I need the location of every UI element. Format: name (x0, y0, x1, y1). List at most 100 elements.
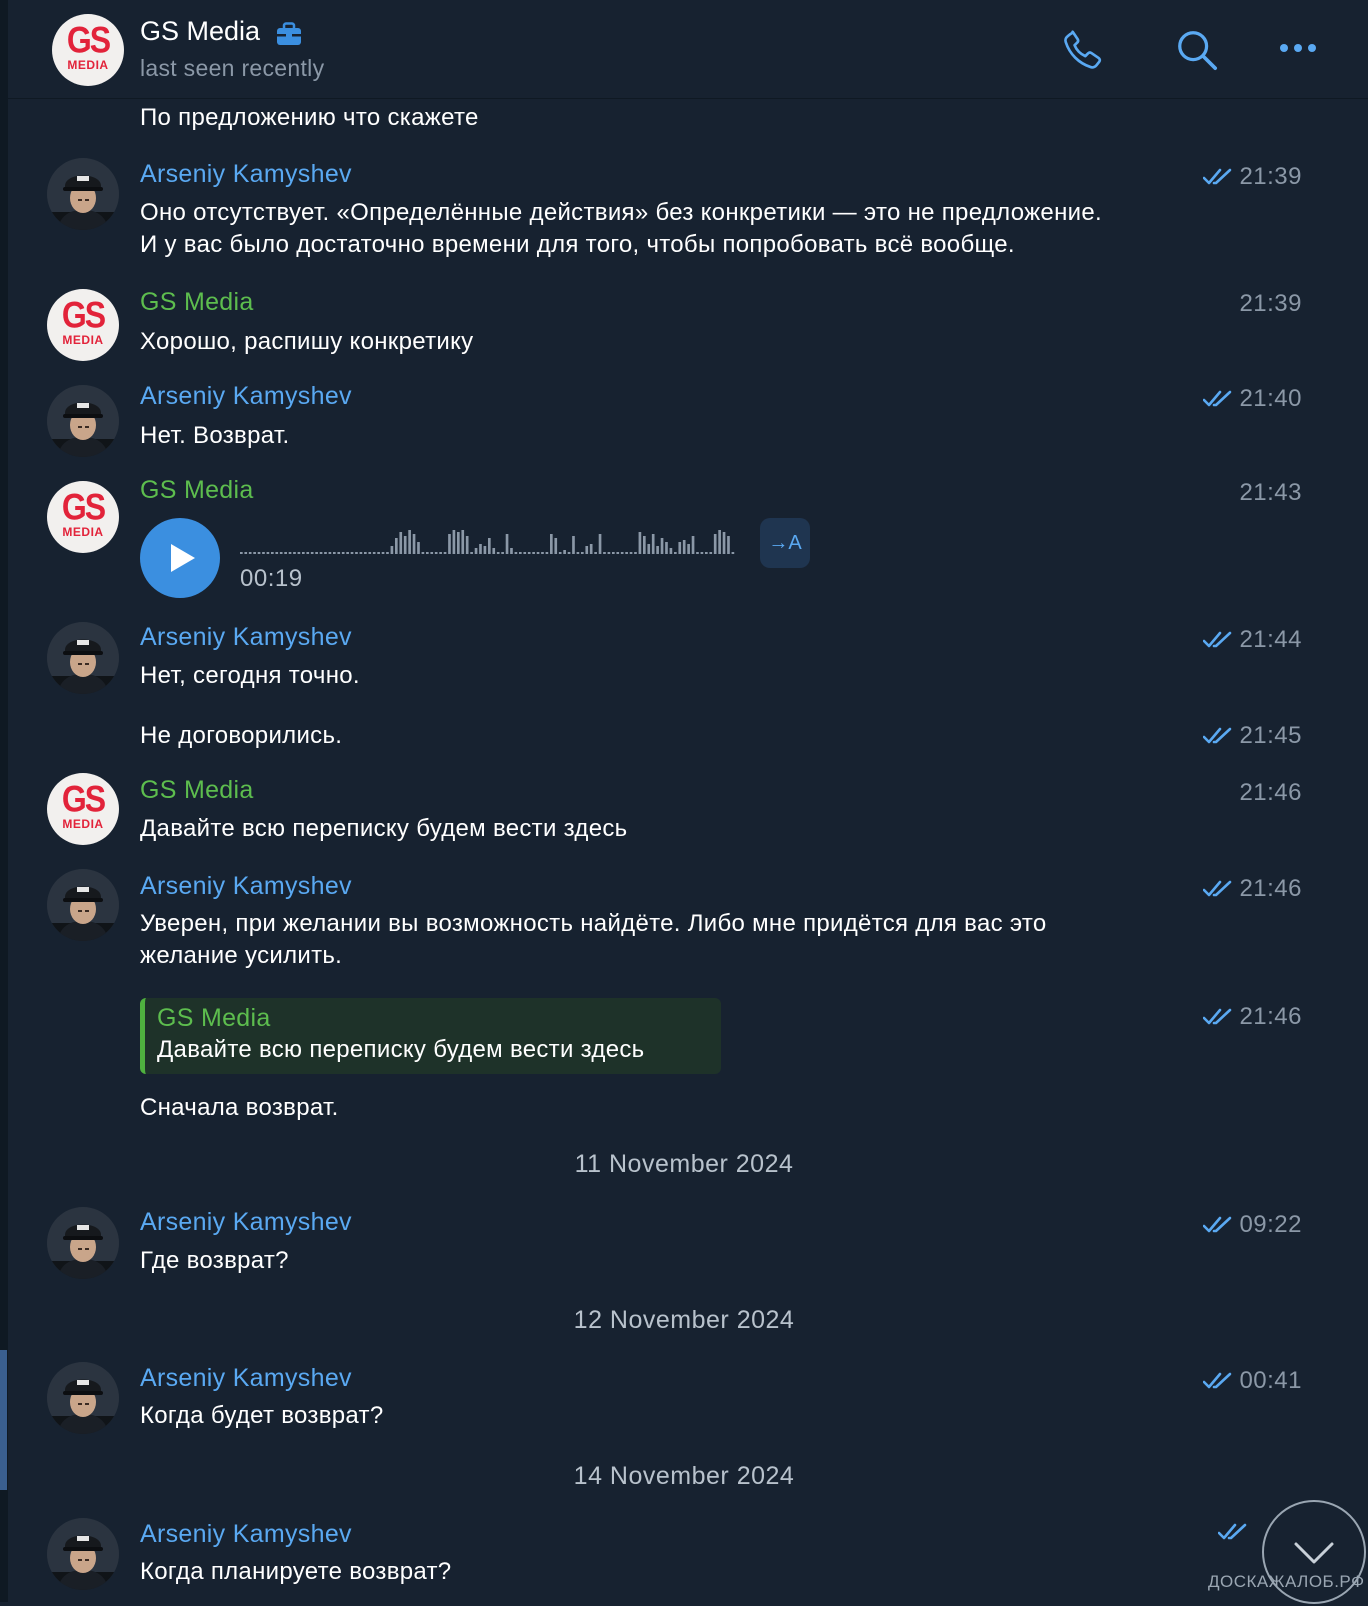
waveform-bar (554, 538, 558, 554)
waveform-bar (253, 552, 256, 554)
waveform-bar (377, 552, 380, 554)
transcribe-button[interactable]: →A (760, 518, 810, 568)
sender-name[interactable]: Arseniy Kamyshev (140, 623, 352, 652)
waveform-bar (448, 534, 451, 554)
message-text: Нет, сегодня точно. (140, 662, 360, 689)
waveform-bar (412, 534, 416, 554)
message-time: 21:44 (1203, 626, 1302, 654)
waveform-bar (399, 532, 403, 554)
waveform-bar (350, 552, 354, 554)
waveform-bar (643, 536, 646, 554)
waveform-bar (434, 552, 438, 554)
sender-name[interactable]: GS Media (140, 288, 254, 317)
waveform-bar (523, 552, 527, 554)
waveform-bar (682, 540, 686, 554)
waveform-bar (474, 548, 478, 554)
double-check-icon (1203, 389, 1233, 409)
sender-name[interactable]: Arseniy Kamyshev (140, 1364, 352, 1393)
waveform-bar (368, 552, 372, 554)
message-time: 21:46 (1239, 779, 1302, 806)
waveform-bar (656, 546, 659, 554)
waveform-bar (381, 552, 385, 554)
waveform-bar (324, 552, 327, 554)
sender-name[interactable]: Arseniy Kamyshev (140, 872, 352, 901)
sender-avatar[interactable] (47, 622, 119, 694)
waveform-bar (240, 552, 243, 554)
waveform-bar (262, 552, 265, 554)
message-time: 21:39 (1203, 163, 1302, 191)
sender-name[interactable]: Arseniy Kamyshev (140, 160, 352, 189)
sender-avatar[interactable] (47, 1362, 119, 1434)
waveform-bar (514, 552, 518, 554)
sender-avatar[interactable]: GS MEDIA (47, 773, 119, 845)
waveform-bar (527, 552, 531, 554)
waveform-bar (638, 532, 642, 554)
waveform-bar (612, 552, 615, 554)
waveform-bar (501, 552, 504, 554)
waveform-bar (718, 530, 721, 554)
sender-avatar[interactable]: GS MEDIA (47, 289, 119, 361)
message-time (1218, 1522, 1248, 1542)
message-text-line: И у вас было достаточно времени для того… (140, 231, 1015, 258)
phone-icon[interactable] (1060, 27, 1106, 73)
waveform-bar (651, 534, 655, 554)
voice-play-button[interactable] (140, 518, 220, 598)
waveform-bar (572, 536, 575, 554)
waveform-bar (488, 538, 491, 554)
waveform-bar (461, 530, 465, 554)
waveform-bar (279, 552, 283, 554)
waveform-bar (727, 536, 730, 554)
sender-avatar[interactable]: GS MEDIA (47, 481, 119, 553)
waveform-bar (275, 552, 279, 554)
waveform-bar (496, 552, 500, 554)
double-check-icon (1218, 1522, 1248, 1542)
waveform-bar (333, 552, 336, 554)
waveform-bar (297, 552, 301, 554)
search-icon[interactable] (1174, 27, 1220, 73)
waveform-bar (519, 552, 522, 554)
message-text-line: Оно отсутствует. «Определённые действия»… (140, 199, 1102, 226)
sender-name[interactable]: Arseniy Kamyshev (140, 1520, 352, 1549)
waveform-bar (479, 544, 482, 554)
waveform-bar (284, 552, 287, 554)
waveform-bar (302, 552, 305, 554)
sender-name[interactable]: Arseniy Kamyshev (140, 382, 352, 411)
more-icon[interactable] (1278, 40, 1320, 56)
waveform-bar (585, 546, 589, 554)
date-separator: 14 November 2024 (573, 1462, 795, 1490)
sender-avatar[interactable] (47, 158, 119, 230)
waveform-bar (576, 552, 580, 554)
waveform-bar (395, 538, 398, 554)
voice-waveform[interactable] (240, 528, 736, 556)
sender-avatar[interactable] (47, 385, 119, 457)
message-text: Давайте всю переписку будем вести здесь (140, 815, 628, 842)
sender-name[interactable]: GS Media (140, 476, 254, 505)
sender-avatar[interactable] (47, 1207, 119, 1279)
waveform-bar (310, 552, 314, 554)
waveform-bar (603, 552, 606, 554)
waveform-bar (731, 552, 735, 554)
waveform-bar (439, 552, 442, 554)
sender-name[interactable]: GS Media (140, 776, 254, 805)
date-separator: 12 November 2024 (573, 1306, 795, 1334)
sender-avatar[interactable] (47, 1518, 119, 1590)
reply-quote[interactable]: GS Media Давайте всю переписку будем вес… (140, 998, 721, 1074)
chat-title[interactable]: GS Media (140, 16, 260, 47)
waveform-bar (558, 552, 562, 554)
message-time: 21:46 (1203, 1003, 1302, 1031)
message-text: Когда будет возврат? (140, 1402, 384, 1429)
waveform-bar (403, 536, 407, 554)
briefcase-icon (277, 22, 301, 45)
waveform-bar (563, 550, 566, 554)
sender-avatar[interactable] (47, 869, 119, 941)
chat-avatar[interactable]: GS MEDIA (52, 14, 124, 86)
waveform-bar (709, 552, 713, 554)
waveform-bar (426, 552, 429, 554)
waveform-bar (674, 552, 677, 554)
waveform-bar (589, 544, 593, 554)
sender-name[interactable]: Arseniy Kamyshev (140, 1208, 352, 1237)
waveform-bar (328, 552, 332, 554)
waveform-bar (545, 552, 549, 554)
waveform-bar (713, 534, 717, 554)
chat-header: GS MEDIA GS Media last seen recently (8, 0, 1368, 99)
